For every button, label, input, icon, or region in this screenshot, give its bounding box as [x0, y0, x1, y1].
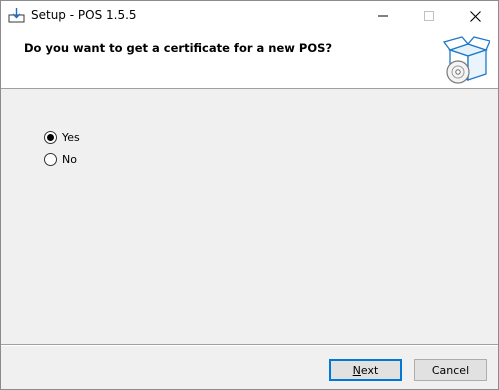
maximize-icon	[424, 11, 434, 21]
cancel-button[interactable]: Cancel	[414, 359, 487, 381]
minimize-icon	[378, 15, 388, 17]
cancel-button-label: Cancel	[431, 363, 470, 377]
page-question: Do you want to get a certificate for a n…	[24, 41, 333, 55]
radio-button-yes[interactable]	[44, 130, 57, 144]
radio-option-yes[interactable]: Yes	[44, 128, 80, 146]
radio-option-no[interactable]: No	[44, 150, 77, 168]
setup-box-icon	[442, 34, 491, 86]
next-button-label: Next	[352, 363, 379, 377]
window-title: Setup - POS 1.5.5	[31, 8, 137, 22]
minimize-button[interactable]	[360, 1, 406, 31]
setup-app-icon	[8, 7, 25, 24]
wizard-header: Do you want to get a certificate for a n…	[1, 31, 498, 89]
radio-button-no[interactable]	[44, 152, 57, 166]
next-button[interactable]: Next	[329, 359, 402, 381]
setup-window: Setup - POS 1.5.5 Do you want to get a c…	[0, 0, 499, 390]
close-icon	[469, 10, 481, 22]
radio-selected-dot	[47, 133, 54, 141]
close-button[interactable]	[452, 1, 498, 31]
wizard-content: Yes No	[1, 90, 498, 344]
footer-divider-highlight	[1, 345, 498, 346]
radio-label-no: No	[62, 152, 77, 166]
radio-label-yes: Yes	[62, 130, 80, 144]
title-bar[interactable]: Setup - POS 1.5.5	[1, 1, 498, 31]
maximize-button[interactable]	[406, 1, 452, 31]
